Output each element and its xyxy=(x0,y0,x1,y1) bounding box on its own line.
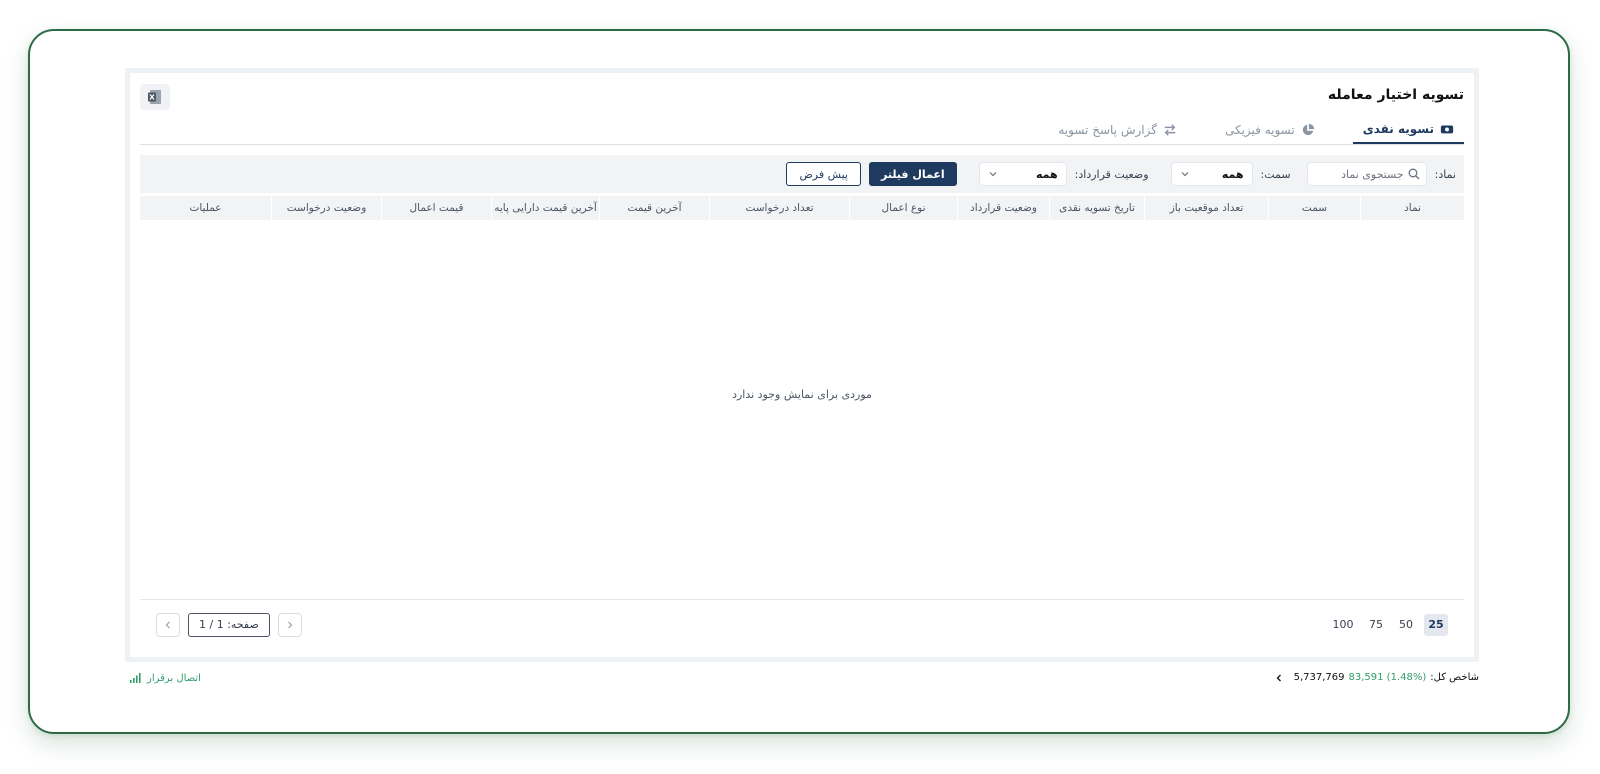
tab-physical-settlement[interactable]: تسویه فیزیکی xyxy=(1215,121,1325,144)
tab-cash-settlement[interactable]: تسویه نقدی xyxy=(1352,121,1464,144)
contract-status-filter-label: وضعیت قرارداد: xyxy=(1074,167,1149,181)
empty-state-message: موردی برای نمایش وجود ندارد xyxy=(732,388,872,401)
chevron-left-icon xyxy=(1276,674,1281,681)
page-size-option[interactable]: 75 xyxy=(1364,614,1388,636)
tab-label: تسویه فیزیکی xyxy=(1224,122,1295,137)
index-value: 5,737,769 xyxy=(1293,672,1345,683)
column-header: آخرین قیمت دارایی پایه xyxy=(491,196,599,220)
market-index[interactable]: شاخص کل: 83,591 (1.48%) 5,737,769 xyxy=(1274,672,1479,683)
column-header: وضعیت درخواست xyxy=(271,196,381,220)
status-bar: شاخص کل: 83,591 (1.48%) 5,737,769 اتصال … xyxy=(125,672,1479,688)
tab-label: تسویه نقدی xyxy=(1362,121,1434,136)
symbol-search-input[interactable]: جستجوی نماد xyxy=(1306,162,1427,186)
next-page-button[interactable] xyxy=(277,612,302,637)
column-header: آخرین قیمت xyxy=(599,196,709,220)
column-header: سمت xyxy=(1268,196,1360,220)
cash-icon xyxy=(1440,125,1454,133)
chevron-right-icon xyxy=(287,621,293,628)
pie-chart-icon xyxy=(1302,123,1314,135)
pagination: صفحه: 1 / 1 xyxy=(156,612,302,637)
symbol-filter-label: نماد: xyxy=(1434,167,1456,181)
column-header: تعداد درخواست xyxy=(709,196,849,220)
chevron-down-icon xyxy=(989,172,997,177)
page-size-option[interactable]: 50 xyxy=(1394,614,1418,636)
index-label: شاخص کل: xyxy=(1430,672,1479,683)
connection-status: اتصال برقرار xyxy=(129,672,201,684)
page-info: صفحه: 1 / 1 xyxy=(188,612,270,637)
excel-export-button[interactable] xyxy=(140,84,170,110)
apply-filter-button[interactable]: اعمال فیلتر xyxy=(868,162,957,186)
default-filter-button[interactable]: پیش فرض xyxy=(786,162,861,186)
page-title: تسویه اختیار معامله xyxy=(1327,87,1464,103)
search-placeholder: جستجوی نماد xyxy=(1341,167,1404,181)
column-header: نماد xyxy=(1360,196,1464,220)
side-filter-label: سمت: xyxy=(1260,167,1291,181)
side-select[interactable]: همه xyxy=(1170,162,1253,186)
excel-icon xyxy=(148,90,161,104)
previous-page-button[interactable] xyxy=(156,612,180,637)
page-size-option[interactable]: 100 xyxy=(1328,614,1358,636)
signal-bars-icon xyxy=(130,673,141,683)
contract-status-select[interactable]: همه xyxy=(978,162,1067,186)
column-header: نوع اعمال xyxy=(849,196,957,220)
contract-status-select-value: همه xyxy=(1035,167,1058,181)
column-header: وضعیت قرارداد xyxy=(957,196,1049,220)
swap-arrows-icon xyxy=(1164,123,1176,136)
chevron-left-icon xyxy=(165,621,170,628)
tab-settlement-response-report[interactable]: گزارش پاسخ تسویه xyxy=(1048,121,1187,144)
settlement-panel: تسویه اختیار معامله تسویه نقدی تسویه فیز… xyxy=(125,68,1479,662)
side-select-value: همه xyxy=(1221,167,1244,181)
column-header: تاریخ تسویه نقدی xyxy=(1049,196,1144,220)
column-header: قیمت اعمال xyxy=(381,196,491,220)
search-icon xyxy=(1408,168,1420,180)
column-header: عملیات xyxy=(189,202,222,214)
chevron-down-icon xyxy=(1181,172,1188,177)
tab-label: گزارش پاسخ تسویه xyxy=(1058,122,1157,137)
page-size-option[interactable]: 25 xyxy=(1424,613,1448,636)
table-header: نماد سمت تعداد موقعیت باز تاریخ تسویه نق… xyxy=(140,196,1464,220)
tab-bar: تسویه نقدی تسویه فیزیکی گزارش پاسخ تسویه xyxy=(140,121,1464,145)
page-size-selector: 25 50 75 100 xyxy=(1328,613,1448,636)
index-change: 83,591 (1.48%) xyxy=(1348,672,1427,683)
filter-bar: نماد: جستجوی نماد سمت: همه وضعیت قرارداد… xyxy=(140,155,1464,193)
connection-label: اتصال برقرار xyxy=(147,672,201,684)
table-footer: 25 50 75 100 صفحه: 1 / 1 xyxy=(140,599,1464,649)
column-header: تعداد موقعیت باز xyxy=(1144,196,1268,220)
